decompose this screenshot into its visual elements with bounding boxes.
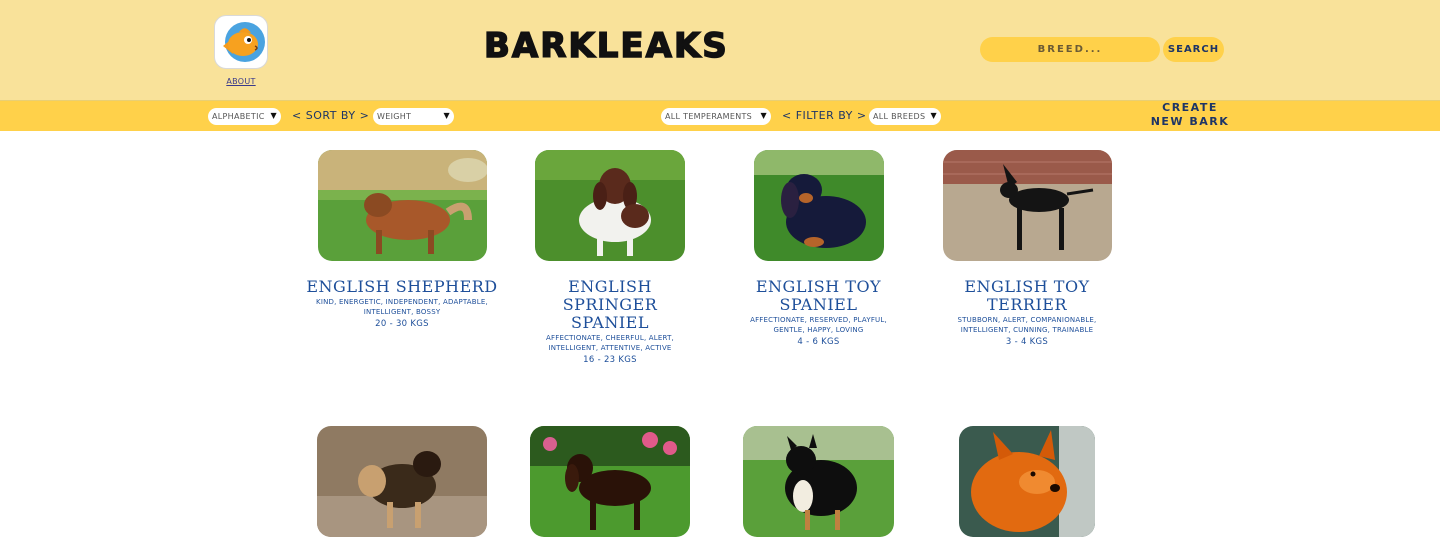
dog-card[interactable] — [317, 426, 487, 537]
order-select-value: ALPHABETIC — [212, 112, 265, 121]
chevron-down-icon: ▼ — [270, 111, 277, 120]
temperament-select-value: ALL TEMPERAMENTS — [665, 112, 753, 121]
dog-temperament: KIND, ENERGETIC, INDEPENDENT, ADAPTABLE,… — [316, 298, 488, 316]
dog-photo — [753, 150, 884, 261]
logo-block: ABOUT — [214, 15, 268, 88]
chevron-down-icon: ▼ — [443, 111, 450, 120]
create-label-line2: NEW BARK — [1150, 115, 1230, 128]
dog-photo — [317, 150, 487, 261]
dog-name: ENGLISH TOY TERRIER — [964, 277, 1090, 314]
sort-select-value: WEIGHT — [377, 112, 412, 121]
dog-weight: 3 - 4 KGS — [1005, 337, 1049, 347]
dog-weight: 16 - 23 KGS — [583, 355, 637, 365]
dog-photo — [743, 426, 894, 537]
top-header: ABOUT BARKLEAKS SEARCH — [0, 0, 1440, 101]
about-link[interactable]: ABOUT — [226, 77, 255, 86]
sort-select[interactable]: WEIGHT ▼ — [373, 108, 454, 125]
dog-card[interactable]: ENGLISH TOY SPANIEL AFFECTIONATE, RESERV… — [740, 150, 897, 347]
sort-by-label: < SORT BY > — [292, 109, 370, 122]
dog-card[interactable]: ENGLISH SHEPHERD KIND, ENERGETIC, INDEPE… — [302, 150, 502, 329]
dog-photo — [959, 426, 1095, 537]
dog-weight: 4 - 6 KGS — [797, 337, 840, 347]
chevron-down-icon: ▼ — [760, 111, 767, 120]
dog-photo — [530, 426, 690, 537]
dog-temperament: AFFECTIONATE, RESERVED, PLAYFUL, GENTLE,… — [750, 316, 887, 334]
fish-logo-icon[interactable] — [214, 15, 268, 69]
dog-card[interactable]: ENGLISH SPRINGER SPANIEL AFFECTIONATE, C… — [525, 150, 695, 365]
breed-search-input[interactable] — [980, 37, 1160, 62]
chevron-down-icon: ▼ — [930, 111, 937, 120]
dog-card[interactable]: ENGLISH TOY TERRIER STUBBORN, ALERT, COM… — [942, 150, 1112, 347]
breed-select-value: ALL BREEDS — [873, 112, 926, 121]
dog-photo — [942, 150, 1112, 261]
temperament-select[interactable]: ALL TEMPERAMENTS ▼ — [661, 108, 771, 125]
dog-name: ENGLISH TOY SPANIEL — [755, 277, 882, 314]
create-label-line1: CREATE — [1162, 101, 1218, 114]
dog-card[interactable] — [959, 426, 1095, 537]
site-title: BARKLEAKS — [483, 25, 729, 67]
dog-temperament: AFFECTIONATE, CHEERFUL, ALERT, INTELLIGE… — [546, 334, 674, 352]
search-button[interactable]: SEARCH — [1163, 37, 1224, 62]
dog-card[interactable] — [530, 426, 690, 537]
create-new-bark-button[interactable]: CREATE NEW BARK — [1142, 101, 1238, 129]
breed-select[interactable]: ALL BREEDS ▼ — [869, 108, 941, 125]
dog-weight: 20 - 30 KGS — [375, 319, 429, 329]
dog-name: ENGLISH SPRINGER SPANIEL — [562, 277, 658, 332]
order-select[interactable]: ALPHABETIC ▼ — [208, 108, 281, 125]
dog-photo — [317, 426, 487, 537]
dog-name: ENGLISH SHEPHERD — [306, 277, 498, 296]
dog-photo — [535, 150, 685, 261]
dog-temperament: STUBBORN, ALERT, COMPANIONABLE, INTELLIG… — [957, 316, 1097, 334]
filter-by-label: < FILTER BY > — [782, 109, 867, 122]
dog-card[interactable] — [743, 426, 894, 537]
